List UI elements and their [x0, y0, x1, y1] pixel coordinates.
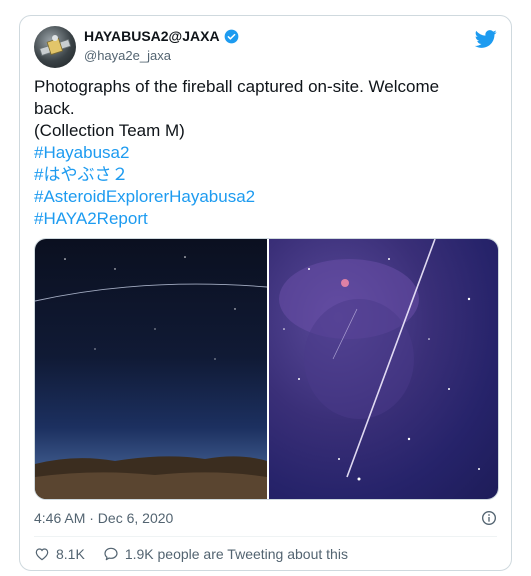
- author-name-row: HAYABUSA2@JAXA: [84, 28, 239, 44]
- tweet-media: [34, 238, 499, 500]
- engagement-bar: 8.1K 1.9K people are Tweeting about this: [34, 546, 366, 562]
- tweet-text-line: (Collection Team M): [34, 121, 185, 140]
- info-icon[interactable]: [481, 510, 497, 526]
- like-count: 8.1K: [56, 546, 85, 562]
- tweet-text-line: Photographs of the fireball captured on-…: [34, 77, 440, 96]
- speech-bubble-icon: [104, 547, 118, 561]
- tweet-text-line: back.: [34, 99, 75, 118]
- author-display-name[interactable]: HAYABUSA2@JAXA: [84, 28, 220, 44]
- hashtag-link[interactable]: #Hayabusa2: [34, 142, 496, 164]
- verified-badge-icon: [224, 29, 238, 43]
- author-handle[interactable]: @haya2e_jaxa: [84, 48, 171, 63]
- tweet-card: HAYABUSA2@JAXA @haya2e_jaxa Photographs …: [19, 15, 512, 571]
- hashtag-link[interactable]: #HAYA2Report: [34, 208, 496, 230]
- tweet-timestamp[interactable]: 4:46 AM · Dec 6, 2020: [34, 510, 173, 526]
- hashtag-link[interactable]: #AsteroidExplorerHayabusa2: [34, 186, 496, 208]
- avatar[interactable]: [34, 26, 76, 68]
- heart-icon: [35, 548, 49, 561]
- fireball-photo-milky-way[interactable]: [269, 239, 498, 499]
- tweet-text: Photographs of the fireball captured on-…: [34, 76, 496, 230]
- divider: [34, 536, 497, 537]
- fireball-photo-horizon[interactable]: [35, 239, 267, 499]
- twitter-bird-icon[interactable]: [475, 28, 497, 50]
- spacecraft-avatar-icon: [39, 35, 72, 56]
- conversation-text: 1.9K people are Tweeting about this: [124, 546, 348, 562]
- hashtag-link[interactable]: #はやぶさ２: [34, 164, 496, 186]
- conversation-link[interactable]: 1.9K people are Tweeting about this: [103, 546, 348, 562]
- like-button[interactable]: 8.1K: [34, 546, 85, 562]
